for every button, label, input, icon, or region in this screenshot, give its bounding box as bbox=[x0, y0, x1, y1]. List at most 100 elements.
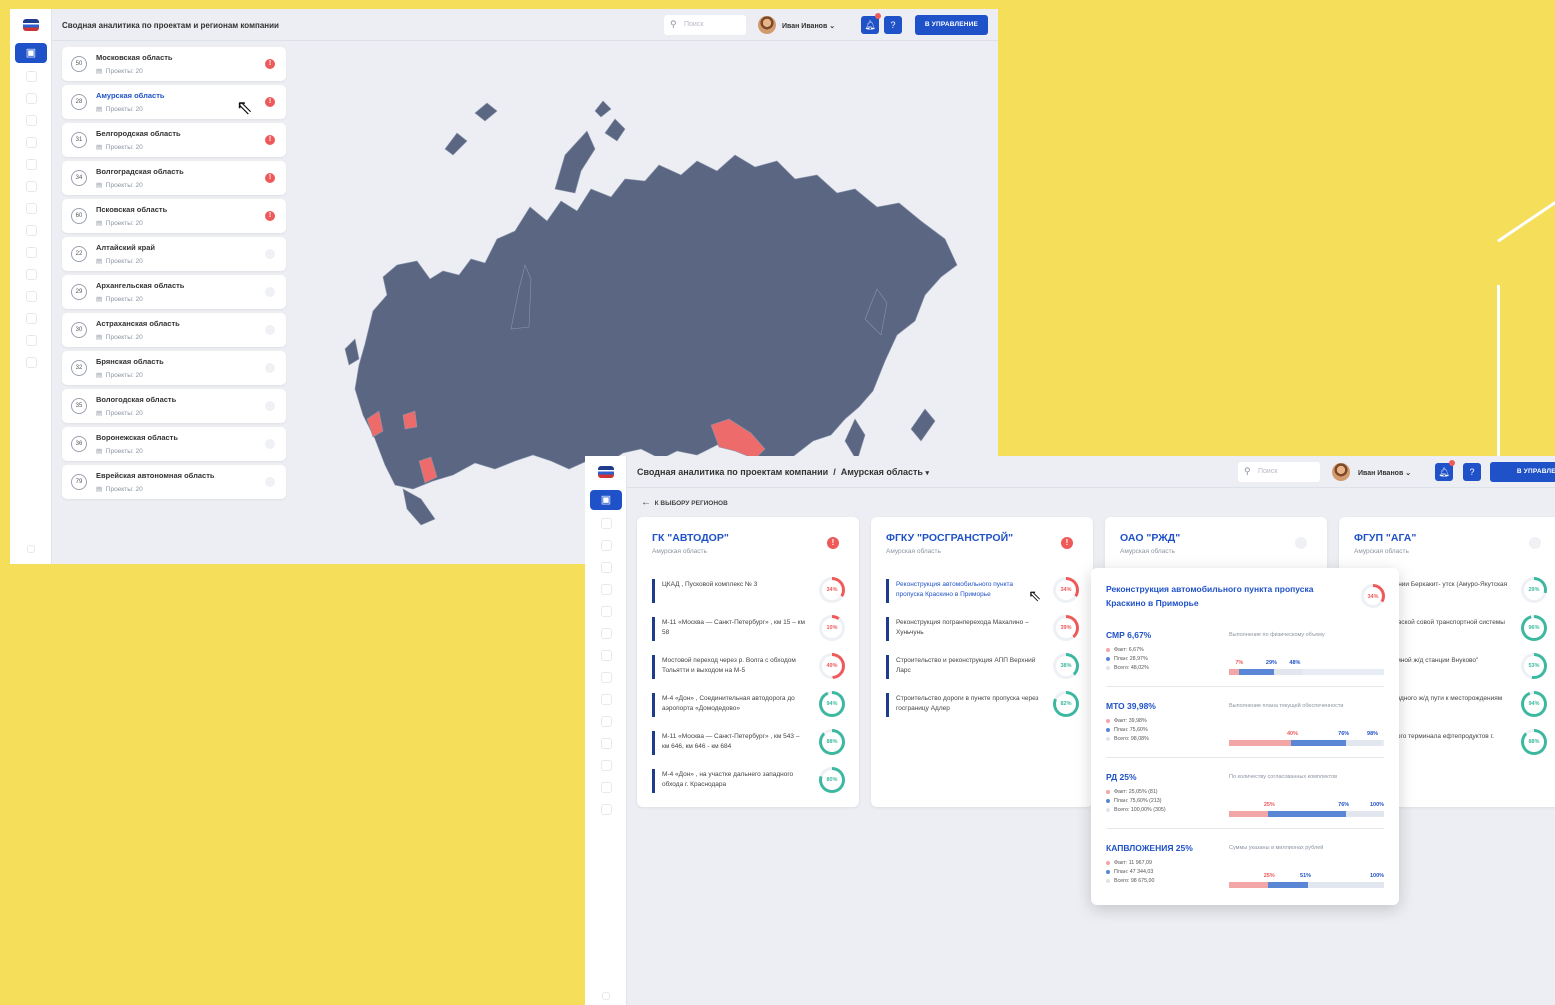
region-name: Белгородская область bbox=[96, 129, 181, 138]
project-item[interactable]: Реконструкция погранперехода Махалино – … bbox=[886, 615, 1081, 645]
project-item[interactable]: М-11 «Москва — Санкт-Петербург» , км 15 … bbox=[652, 615, 847, 645]
bell-icon: 🔔︎ bbox=[1438, 467, 1450, 477]
search-input[interactable]: ⚲ Поиск bbox=[664, 15, 746, 35]
document-icon: ▤ bbox=[96, 372, 103, 379]
nav-icon[interactable] bbox=[26, 159, 37, 170]
project-item[interactable]: Реконструкция автомобильного пункта проп… bbox=[886, 577, 1081, 607]
nav-icon[interactable] bbox=[26, 137, 37, 148]
progress-ring: 10% bbox=[819, 615, 845, 641]
user-name[interactable]: Иван Иванов ⌄ bbox=[1358, 469, 1411, 477]
company-card[interactable]: ГК "АВТОДОР" Амурская область ! ЦКАД , П… bbox=[637, 517, 859, 807]
avatar[interactable] bbox=[758, 16, 776, 34]
search-input[interactable]: ⚲ Поиск bbox=[1238, 462, 1320, 482]
project-marker bbox=[652, 617, 655, 641]
warning-icon: ! bbox=[265, 59, 275, 69]
progress-bar bbox=[1229, 882, 1384, 888]
breadcrumb-root[interactable]: Сводная аналитика по проектам компании bbox=[637, 467, 828, 477]
nav-icon[interactable] bbox=[26, 335, 37, 346]
project-item[interactable]: М-4 «Дон» , на участке дальнего западног… bbox=[652, 767, 847, 797]
nav-icon[interactable] bbox=[601, 760, 612, 771]
project-item[interactable]: Строительство дороги в пункте пропуска ч… bbox=[886, 691, 1081, 721]
nav-icon[interactable] bbox=[26, 291, 37, 302]
notifications-button[interactable]: 🔔︎ bbox=[1435, 460, 1455, 481]
progress-bar bbox=[1229, 811, 1384, 817]
region-card[interactable]: 31 Белгородская область ▤ Проекты: 20 ! bbox=[62, 123, 286, 157]
help-button[interactable]: ? bbox=[884, 16, 902, 34]
progress-bar bbox=[1229, 740, 1384, 746]
breadcrumb-region[interactable]: Амурская область bbox=[841, 467, 923, 477]
nav-icon[interactable] bbox=[26, 247, 37, 258]
collapse-icon[interactable] bbox=[602, 992, 610, 1000]
back-link[interactable]: ← К ВЫБОРУ РЕГИОНОВ bbox=[641, 497, 728, 508]
region-card[interactable]: 35 Вологодская область ▤ Проекты: 20 ! bbox=[62, 389, 286, 423]
nav-icon[interactable] bbox=[26, 71, 37, 82]
region-detail-window: ▣ Сводная аналитика по проектам компании… bbox=[585, 456, 1555, 1005]
project-item[interactable]: Мостовой переход через р. Волга с обходо… bbox=[652, 653, 847, 683]
nav-icon[interactable] bbox=[26, 225, 37, 236]
document-icon: ▤ bbox=[96, 448, 103, 455]
region-card[interactable]: 22 Алтайский край ▤ Проекты: 20 ! bbox=[62, 237, 286, 271]
notifications-button[interactable]: 🔔︎ bbox=[861, 13, 881, 34]
region-card[interactable]: 60 Псковская область ▤ Проекты: 20 ! bbox=[62, 199, 286, 233]
project-item[interactable]: Строительство и реконструкция АПП Верхни… bbox=[886, 653, 1081, 683]
nav-icon[interactable] bbox=[601, 606, 612, 617]
mouse-cursor-icon: ⇖ bbox=[1028, 588, 1042, 605]
nav-icon[interactable] bbox=[26, 313, 37, 324]
help-button[interactable]: ? bbox=[1463, 463, 1481, 481]
region-card[interactable]: 34 Волгоградская область ▤ Проекты: 20 ! bbox=[62, 161, 286, 195]
metric-title: КАПВЛОЖЕНИЯ 25% bbox=[1106, 843, 1193, 853]
nav-icon[interactable] bbox=[601, 694, 612, 705]
project-item[interactable]: М-4 «Дон» , Соединительная автодорога до… bbox=[652, 691, 847, 721]
nav-icon[interactable] bbox=[601, 628, 612, 639]
project-item[interactable]: М-11 «Москва — Санкт-Петербург» , км 543… bbox=[652, 729, 847, 759]
nav-icon[interactable] bbox=[601, 518, 612, 529]
metric-description: Выполнение по физическому объему bbox=[1229, 632, 1325, 638]
project-item[interactable]: ЦКАД , Пусковой комплекс № 3 34% bbox=[652, 577, 847, 607]
portfolio-icon[interactable]: ▣ bbox=[15, 43, 47, 63]
company-card[interactable]: ФГКУ "РОСГРАНСТРОЙ" Амурская область ! Р… bbox=[871, 517, 1093, 807]
manage-button[interactable]: В УПРАВЛЕНИЕ bbox=[1490, 462, 1555, 482]
nav-icon[interactable] bbox=[601, 562, 612, 573]
manage-button[interactable]: В УПРАВЛЕНИЕ bbox=[915, 15, 988, 35]
search-icon: ⚲ bbox=[670, 19, 677, 29]
nav-icon[interactable] bbox=[601, 672, 612, 683]
popup-progress-ring: 34% bbox=[1361, 584, 1385, 608]
nav-icon[interactable] bbox=[26, 93, 37, 104]
portfolio-icon[interactable]: ▣ bbox=[590, 490, 622, 510]
project-marker bbox=[652, 655, 655, 679]
nav-icon[interactable] bbox=[601, 540, 612, 551]
nav-icon[interactable] bbox=[601, 804, 612, 815]
chevron-down-icon[interactable]: ▾ bbox=[925, 470, 929, 477]
region-card[interactable]: 32 Брянская область ▤ Проекты: 20 ! bbox=[62, 351, 286, 385]
nav-icon[interactable] bbox=[26, 115, 37, 126]
help-icon: ? bbox=[890, 20, 896, 30]
region-card[interactable]: 36 Воронежская область ▤ Проекты: 20 ! bbox=[62, 427, 286, 461]
nav-icon[interactable] bbox=[26, 203, 37, 214]
company-region: Амурская область bbox=[1120, 548, 1175, 555]
region-name: Псковская область bbox=[96, 205, 168, 214]
region-card[interactable]: 30 Астраханская область ▤ Проекты: 20 ! bbox=[62, 313, 286, 347]
nav-icon[interactable] bbox=[26, 357, 37, 368]
nav-icon[interactable] bbox=[601, 716, 612, 727]
divider bbox=[1106, 828, 1384, 829]
avatar[interactable] bbox=[1332, 463, 1350, 481]
region-card[interactable]: 29 Архангельская область ▤ Проекты: 20 ! bbox=[62, 275, 286, 309]
collapse-icon[interactable] bbox=[27, 545, 35, 553]
region-number: 79 bbox=[71, 474, 87, 490]
user-name[interactable]: Иван Иванов ⌄ bbox=[782, 22, 835, 30]
region-card[interactable]: 50 Московская область ▤ Проекты: 20 ! bbox=[62, 47, 286, 81]
nav-icon[interactable] bbox=[601, 584, 612, 595]
nav-icon[interactable] bbox=[601, 738, 612, 749]
nav-icon[interactable] bbox=[601, 650, 612, 661]
project-marker bbox=[652, 693, 655, 717]
nav-icon[interactable] bbox=[601, 782, 612, 793]
metric-legend: Факт: 25,05% (81) План: 75,60% (213) Всего… bbox=[1106, 788, 1166, 815]
warning-icon: ! bbox=[265, 97, 275, 107]
nav-icon[interactable] bbox=[26, 269, 37, 280]
progress-ring: 38% bbox=[1053, 653, 1079, 679]
nav-icon[interactable] bbox=[26, 181, 37, 192]
bar-fact bbox=[1229, 740, 1291, 746]
region-projects: ▤ Проекты: 20 bbox=[96, 410, 143, 417]
progress-ring: 94% bbox=[1521, 691, 1547, 717]
region-card[interactable]: 79 Еврейская автономная область ▤ Проект… bbox=[62, 465, 286, 499]
